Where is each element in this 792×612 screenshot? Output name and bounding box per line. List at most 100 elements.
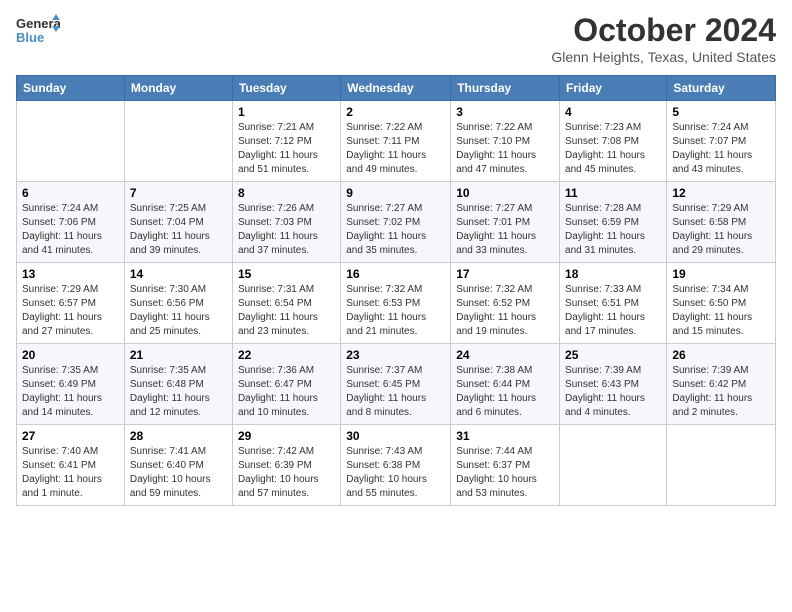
day-detail: Sunrise: 7:40 AMSunset: 6:41 PMDaylight:… [22, 445, 119, 501]
col-wednesday: Wednesday [341, 76, 451, 101]
day-detail: Sunrise: 7:34 AMSunset: 6:50 PMDaylight:… [672, 283, 770, 339]
day-number: 10 [456, 186, 554, 200]
day-number: 1 [238, 105, 335, 119]
svg-text:Blue: Blue [16, 30, 44, 45]
day-number: 12 [672, 186, 770, 200]
calendar-cell: 17 Sunrise: 7:32 AMSunset: 6:52 PMDaylig… [451, 263, 560, 344]
logo-icon: General Blue [16, 12, 60, 48]
day-number: 7 [130, 186, 227, 200]
day-detail: Sunrise: 7:42 AMSunset: 6:39 PMDaylight:… [238, 445, 335, 501]
day-detail: Sunrise: 7:36 AMSunset: 6:47 PMDaylight:… [238, 364, 335, 420]
calendar-cell: 10 Sunrise: 7:27 AMSunset: 7:01 PMDaylig… [451, 182, 560, 263]
week-row-3: 13 Sunrise: 7:29 AMSunset: 6:57 PMDaylig… [17, 263, 776, 344]
day-detail: Sunrise: 7:24 AMSunset: 7:07 PMDaylight:… [672, 121, 770, 177]
header: General Blue October 2024 Glenn Heights,… [16, 12, 776, 65]
day-detail: Sunrise: 7:43 AMSunset: 6:38 PMDaylight:… [346, 445, 445, 501]
day-number: 31 [456, 429, 554, 443]
day-number: 24 [456, 348, 554, 362]
day-detail: Sunrise: 7:38 AMSunset: 6:44 PMDaylight:… [456, 364, 554, 420]
col-friday: Friday [560, 76, 667, 101]
day-number: 23 [346, 348, 445, 362]
title-block: October 2024 Glenn Heights, Texas, Unite… [551, 12, 776, 65]
day-number: 5 [672, 105, 770, 119]
col-tuesday: Tuesday [232, 76, 340, 101]
header-row: Sunday Monday Tuesday Wednesday Thursday… [17, 76, 776, 101]
day-number: 20 [22, 348, 119, 362]
calendar-cell: 24 Sunrise: 7:38 AMSunset: 6:44 PMDaylig… [451, 344, 560, 425]
calendar-cell: 15 Sunrise: 7:31 AMSunset: 6:54 PMDaylig… [232, 263, 340, 344]
day-detail: Sunrise: 7:41 AMSunset: 6:40 PMDaylight:… [130, 445, 227, 501]
calendar-cell: 12 Sunrise: 7:29 AMSunset: 6:58 PMDaylig… [667, 182, 776, 263]
calendar-cell: 26 Sunrise: 7:39 AMSunset: 6:42 PMDaylig… [667, 344, 776, 425]
day-number: 28 [130, 429, 227, 443]
col-sunday: Sunday [17, 76, 125, 101]
col-monday: Monday [124, 76, 232, 101]
week-row-4: 20 Sunrise: 7:35 AMSunset: 6:49 PMDaylig… [17, 344, 776, 425]
calendar-cell: 20 Sunrise: 7:35 AMSunset: 6:49 PMDaylig… [17, 344, 125, 425]
calendar-cell: 21 Sunrise: 7:35 AMSunset: 6:48 PMDaylig… [124, 344, 232, 425]
day-detail: Sunrise: 7:32 AMSunset: 6:52 PMDaylight:… [456, 283, 554, 339]
day-detail: Sunrise: 7:44 AMSunset: 6:37 PMDaylight:… [456, 445, 554, 501]
calendar-cell: 13 Sunrise: 7:29 AMSunset: 6:57 PMDaylig… [17, 263, 125, 344]
day-number: 11 [565, 186, 661, 200]
day-number: 3 [456, 105, 554, 119]
calendar-cell: 3 Sunrise: 7:22 AMSunset: 7:10 PMDayligh… [451, 101, 560, 182]
day-number: 21 [130, 348, 227, 362]
day-number: 22 [238, 348, 335, 362]
day-detail: Sunrise: 7:31 AMSunset: 6:54 PMDaylight:… [238, 283, 335, 339]
day-detail: Sunrise: 7:30 AMSunset: 6:56 PMDaylight:… [130, 283, 227, 339]
day-number: 15 [238, 267, 335, 281]
day-detail: Sunrise: 7:22 AMSunset: 7:10 PMDaylight:… [456, 121, 554, 177]
day-number: 2 [346, 105, 445, 119]
day-number: 17 [456, 267, 554, 281]
day-detail: Sunrise: 7:35 AMSunset: 6:49 PMDaylight:… [22, 364, 119, 420]
day-number: 18 [565, 267, 661, 281]
day-detail: Sunrise: 7:37 AMSunset: 6:45 PMDaylight:… [346, 364, 445, 420]
day-detail: Sunrise: 7:33 AMSunset: 6:51 PMDaylight:… [565, 283, 661, 339]
week-row-2: 6 Sunrise: 7:24 AMSunset: 7:06 PMDayligh… [17, 182, 776, 263]
day-number: 27 [22, 429, 119, 443]
day-detail: Sunrise: 7:29 AMSunset: 6:57 PMDaylight:… [22, 283, 119, 339]
calendar-cell: 5 Sunrise: 7:24 AMSunset: 7:07 PMDayligh… [667, 101, 776, 182]
calendar-cell: 23 Sunrise: 7:37 AMSunset: 6:45 PMDaylig… [341, 344, 451, 425]
day-number: 13 [22, 267, 119, 281]
day-number: 14 [130, 267, 227, 281]
day-detail: Sunrise: 7:39 AMSunset: 6:42 PMDaylight:… [672, 364, 770, 420]
calendar-cell: 27 Sunrise: 7:40 AMSunset: 6:41 PMDaylig… [17, 425, 125, 506]
logo: General Blue [16, 12, 60, 53]
calendar-cell: 6 Sunrise: 7:24 AMSunset: 7:06 PMDayligh… [17, 182, 125, 263]
day-detail: Sunrise: 7:22 AMSunset: 7:11 PMDaylight:… [346, 121, 445, 177]
calendar-cell: 18 Sunrise: 7:33 AMSunset: 6:51 PMDaylig… [560, 263, 667, 344]
day-detail: Sunrise: 7:21 AMSunset: 7:12 PMDaylight:… [238, 121, 335, 177]
calendar-cell: 22 Sunrise: 7:36 AMSunset: 6:47 PMDaylig… [232, 344, 340, 425]
calendar-cell: 4 Sunrise: 7:23 AMSunset: 7:08 PMDayligh… [560, 101, 667, 182]
day-number: 29 [238, 429, 335, 443]
calendar-cell: 9 Sunrise: 7:27 AMSunset: 7:02 PMDayligh… [341, 182, 451, 263]
calendar-cell [124, 101, 232, 182]
calendar-cell: 11 Sunrise: 7:28 AMSunset: 6:59 PMDaylig… [560, 182, 667, 263]
day-number: 9 [346, 186, 445, 200]
calendar-cell: 29 Sunrise: 7:42 AMSunset: 6:39 PMDaylig… [232, 425, 340, 506]
day-detail: Sunrise: 7:27 AMSunset: 7:01 PMDaylight:… [456, 202, 554, 258]
location: Glenn Heights, Texas, United States [551, 49, 776, 65]
col-thursday: Thursday [451, 76, 560, 101]
day-detail: Sunrise: 7:27 AMSunset: 7:02 PMDaylight:… [346, 202, 445, 258]
week-row-1: 1 Sunrise: 7:21 AMSunset: 7:12 PMDayligh… [17, 101, 776, 182]
calendar-cell: 16 Sunrise: 7:32 AMSunset: 6:53 PMDaylig… [341, 263, 451, 344]
calendar-cell: 30 Sunrise: 7:43 AMSunset: 6:38 PMDaylig… [341, 425, 451, 506]
calendar-cell: 31 Sunrise: 7:44 AMSunset: 6:37 PMDaylig… [451, 425, 560, 506]
calendar-cell: 1 Sunrise: 7:21 AMSunset: 7:12 PMDayligh… [232, 101, 340, 182]
day-number: 19 [672, 267, 770, 281]
day-detail: Sunrise: 7:23 AMSunset: 7:08 PMDaylight:… [565, 121, 661, 177]
day-number: 8 [238, 186, 335, 200]
week-row-5: 27 Sunrise: 7:40 AMSunset: 6:41 PMDaylig… [17, 425, 776, 506]
day-detail: Sunrise: 7:39 AMSunset: 6:43 PMDaylight:… [565, 364, 661, 420]
calendar-cell: 2 Sunrise: 7:22 AMSunset: 7:11 PMDayligh… [341, 101, 451, 182]
day-detail: Sunrise: 7:24 AMSunset: 7:06 PMDaylight:… [22, 202, 119, 258]
day-detail: Sunrise: 7:26 AMSunset: 7:03 PMDaylight:… [238, 202, 335, 258]
col-saturday: Saturday [667, 76, 776, 101]
day-detail: Sunrise: 7:29 AMSunset: 6:58 PMDaylight:… [672, 202, 770, 258]
calendar-cell: 7 Sunrise: 7:25 AMSunset: 7:04 PMDayligh… [124, 182, 232, 263]
calendar-cell [560, 425, 667, 506]
month-title: October 2024 [551, 12, 776, 49]
